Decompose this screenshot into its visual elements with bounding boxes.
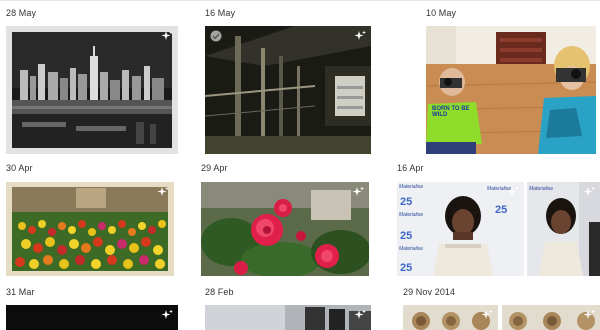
photo-kids-cameras[interactable]: BORN TO BE WILD (426, 26, 596, 154)
photo-event-woman[interactable]: Materialise 25 Materialise 25 Materialis… (397, 182, 524, 276)
indoor-image (205, 305, 371, 330)
photo-coins-2[interactable] (502, 305, 600, 330)
auto-enhance-sparkle-icon[interactable] (354, 30, 366, 42)
auto-enhance-sparkle-icon[interactable] (161, 30, 173, 42)
auto-enhance-sparkle-icon[interactable] (352, 186, 364, 198)
skyline-image (6, 26, 178, 154)
banner-word: Materialise (399, 246, 424, 252)
photo-indoor[interactable] (205, 305, 371, 330)
photo-building-night[interactable] (205, 26, 371, 154)
banner-number: 25 (400, 262, 413, 274)
date-header: 29 Nov 2014 (403, 287, 456, 297)
roses-image (201, 182, 369, 276)
banner-word: Materialise (529, 186, 554, 192)
banner-word: Materialise (399, 212, 424, 218)
auto-enhance-sparkle-icon[interactable] (157, 186, 169, 198)
photo-skyline[interactable] (6, 26, 178, 154)
date-header: 30 Apr (6, 163, 33, 173)
photo-dark[interactable] (6, 305, 178, 330)
kids-image (426, 26, 596, 154)
auto-enhance-sparkle-icon[interactable] (507, 186, 519, 198)
auto-enhance-sparkle-icon[interactable] (354, 309, 366, 321)
shirt-text: BORN TO BE WILD (432, 106, 470, 118)
banner-number: 25 (400, 230, 413, 242)
event-image (397, 182, 524, 276)
building-image (205, 26, 371, 154)
date-header: 10 May (426, 8, 457, 18)
photo-event-woman-2[interactable]: Materialise (527, 182, 600, 276)
banner-number: 25 (495, 204, 508, 216)
photo-roses[interactable] (201, 182, 369, 276)
banner-word: Materialise (399, 184, 424, 190)
auto-enhance-sparkle-icon[interactable] (583, 186, 595, 198)
date-header: 31 Mar (6, 287, 35, 297)
photo-tulips[interactable] (6, 182, 174, 276)
date-header: 28 Feb (205, 287, 234, 297)
banner-number: 25 (400, 196, 413, 208)
date-header: 16 Apr (397, 163, 424, 173)
auto-enhance-sparkle-icon[interactable] (481, 309, 493, 321)
select-check-icon[interactable] (210, 30, 222, 42)
photo-coins[interactable] (403, 305, 498, 330)
top-divider (0, 0, 600, 1)
auto-enhance-sparkle-icon[interactable] (161, 309, 173, 321)
tulips-image (6, 182, 174, 276)
date-header: 16 May (205, 8, 236, 18)
date-header: 28 May (6, 8, 37, 18)
auto-enhance-sparkle-icon[interactable] (583, 309, 595, 321)
date-header: 29 Apr (201, 163, 228, 173)
